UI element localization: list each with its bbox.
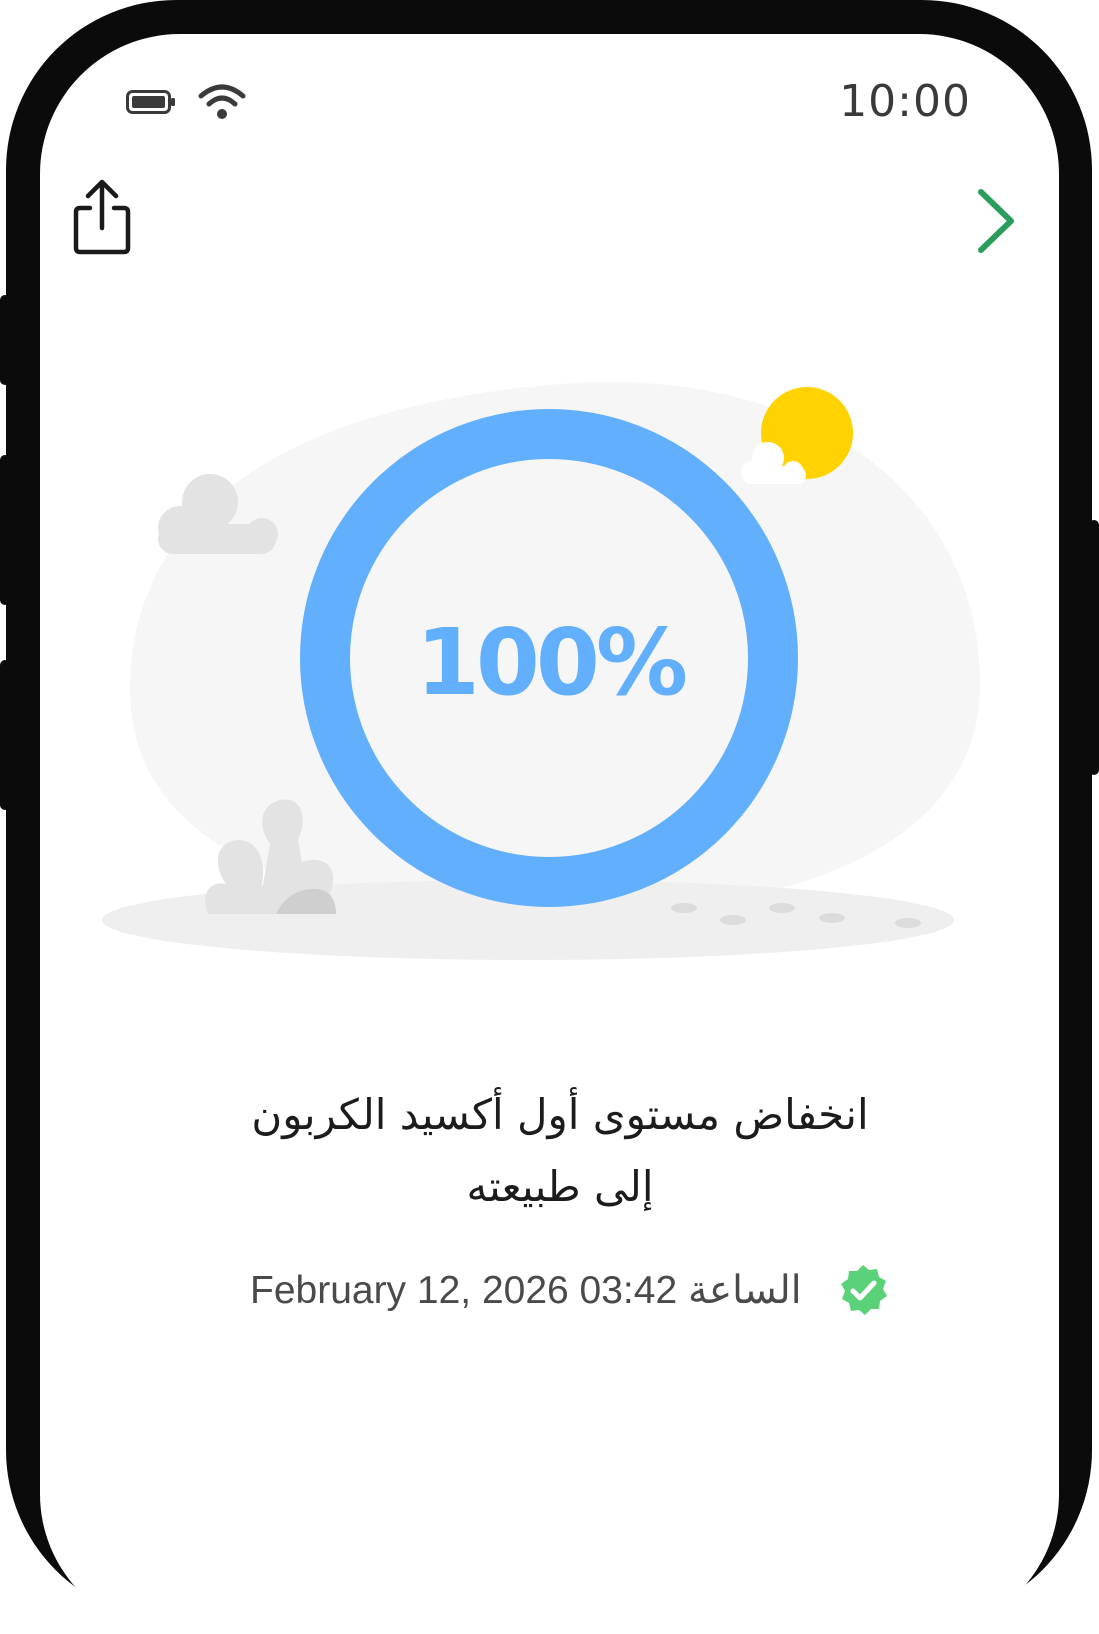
stone <box>819 913 845 923</box>
stone <box>671 903 697 913</box>
side-button-left-3 <box>0 660 10 810</box>
verified-badge-icon <box>840 1265 887 1315</box>
stone <box>720 915 746 925</box>
status-illustration <box>102 381 980 960</box>
stone <box>895 918 921 928</box>
notification-title: انخفاض مستوى أول أكسيد الكربون إلى طبيعت… <box>160 1079 960 1223</box>
side-button-right <box>1089 520 1099 775</box>
timestamp-row: February 12, 2026 الساعة 03:42 <box>250 1262 890 1318</box>
notification-title-line-2: إلى طبيعته <box>466 1162 654 1211</box>
phone-screen: 10:00 100% انخفاض مستوى أول أكسيد الكربو… <box>40 34 1059 1634</box>
stone <box>769 903 795 913</box>
side-button-left-1 <box>0 295 10 385</box>
progress-percent: 100% <box>415 609 688 716</box>
notification-title-line-1: انخفاض مستوى أول أكسيد الكربون <box>251 1090 869 1139</box>
side-button-left-2 <box>0 455 10 605</box>
timestamp: February 12, 2026 الساعة 03:42 <box>250 1268 802 1312</box>
